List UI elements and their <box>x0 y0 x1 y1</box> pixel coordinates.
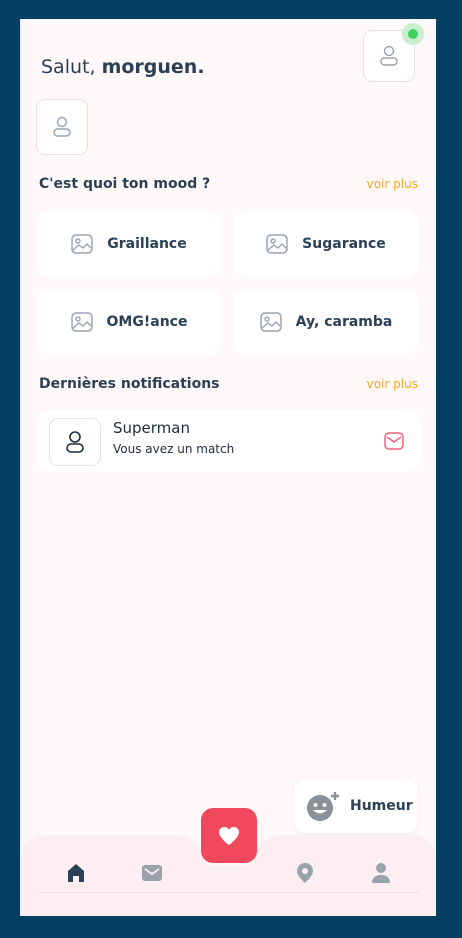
image-icon <box>266 234 288 254</box>
profile-icon[interactable] <box>371 862 391 884</box>
avatar-placeholder[interactable] <box>36 99 88 155</box>
user-icon <box>66 431 84 453</box>
humeur-button[interactable]: Humeur <box>294 779 418 833</box>
mood-label: OMG!ance <box>106 314 188 330</box>
online-status-dot <box>402 23 424 45</box>
user-icon <box>53 116 71 137</box>
notification-name: Superman <box>113 419 190 437</box>
notification-message: Vous avez un match <box>113 442 235 456</box>
image-icon <box>71 234 94 254</box>
notification-avatar <box>49 418 101 466</box>
match-fab-button[interactable] <box>201 808 257 863</box>
greeting: Salut, morguen. <box>41 56 205 78</box>
mood-card-graillance[interactable]: Graillance <box>36 211 222 277</box>
notifications-section-title: Dernières notifications <box>39 376 220 392</box>
home-icon[interactable] <box>65 862 87 884</box>
mail-icon[interactable] <box>141 863 163 883</box>
mood-label: Graillance <box>107 236 187 252</box>
image-icon <box>259 312 282 332</box>
nav-divider <box>39 892 419 893</box>
mood-section-title: C'est quoi ton mood ? <box>39 176 211 192</box>
greeting-text: Salut, <box>41 56 96 78</box>
user-icon <box>380 45 398 66</box>
mood-card-sugarance[interactable]: Sugarance <box>233 211 419 277</box>
notifications-see-more-link[interactable]: voir plus <box>367 377 418 391</box>
humeur-label: Humeur <box>350 798 413 814</box>
notification-item[interactable]: Superman Vous avez un match <box>36 410 421 472</box>
mail-icon[interactable] <box>384 432 404 450</box>
mood-label: Ay, caramba <box>295 314 393 330</box>
mood-card-omgance[interactable]: OMG!ance <box>36 289 222 355</box>
add-emoji-icon <box>307 792 339 821</box>
mood-see-more-link[interactable]: voir plus <box>367 177 418 191</box>
mood-card-ay-caramba[interactable]: Ay, caramba <box>233 289 419 355</box>
heart-icon <box>219 826 239 845</box>
app-screen: Salut, morguen. C'est quoi ton mood ? vo… <box>20 19 436 916</box>
location-pin-icon[interactable] <box>295 862 315 884</box>
mood-label: Sugarance <box>302 236 386 252</box>
username: morguen. <box>101 56 205 78</box>
image-icon <box>70 312 93 332</box>
